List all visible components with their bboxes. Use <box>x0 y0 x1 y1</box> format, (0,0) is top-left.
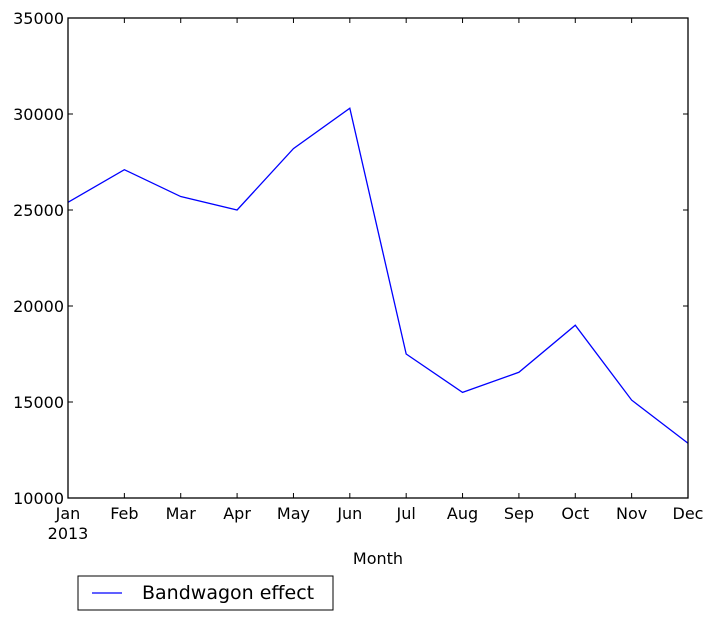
y-tick-label: 20000 <box>13 297 64 316</box>
x-tick-label: Nov <box>616 504 647 523</box>
y-axis: 100001500020000250003000035000 <box>13 9 688 508</box>
y-tick-label: 30000 <box>13 105 64 124</box>
series-line <box>67 107 689 444</box>
x-year-label: 2013 <box>48 524 89 543</box>
x-tick-label: May <box>277 504 310 523</box>
y-tick-label: 25000 <box>13 201 64 220</box>
x-axis: Jan Feb Mar Apr May Jun Jul Aug Sep Oct Nov Dec <box>55 18 704 523</box>
legend: Bandwagon effect <box>77 575 334 611</box>
x-tick-label: Apr <box>223 504 251 523</box>
y-tick-label: 35000 <box>13 9 64 28</box>
x-tick-label: Jun <box>336 504 362 523</box>
x-tick-label: Jul <box>396 504 416 523</box>
plot-frame <box>67 17 689 499</box>
y-tick-label: 15000 <box>13 393 64 412</box>
x-tick-label: Dec <box>673 504 704 523</box>
chart: 100001500020000250003000035000 Jan Feb Mar… <box>13 9 704 611</box>
x-tick-label: Aug <box>447 504 478 523</box>
x-tick-label: Jan <box>55 504 81 523</box>
x-tick-label: Mar <box>166 504 197 523</box>
x-tick-label: Oct <box>561 504 589 523</box>
x-tick-label: Sep <box>504 504 534 523</box>
series-layer <box>67 107 689 444</box>
x-axis-title: Month <box>353 549 403 568</box>
x-tick-label: Feb <box>110 504 138 523</box>
legend-label: Bandwagon effect <box>142 582 314 604</box>
